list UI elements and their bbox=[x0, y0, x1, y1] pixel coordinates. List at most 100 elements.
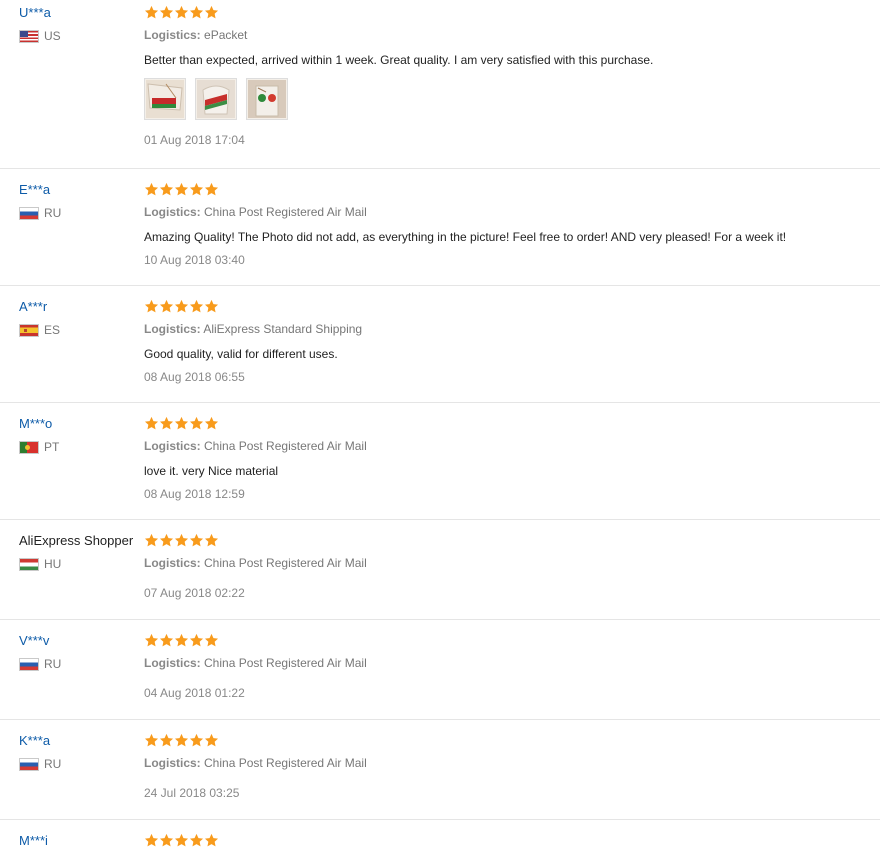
reviewer-country: RU bbox=[19, 657, 144, 671]
review-content: Logistics: China Post Registered Air Mai… bbox=[144, 533, 880, 601]
flag-hu-icon bbox=[19, 557, 39, 571]
logistics-line: Logistics: China Post Registered Air Mai… bbox=[144, 555, 880, 571]
star-icon bbox=[204, 5, 219, 20]
star-icon bbox=[159, 416, 174, 431]
review-date: 24 Jul 2018 03:25 bbox=[144, 786, 240, 800]
star-icon bbox=[189, 533, 204, 548]
reviewer-name[interactable]: M***o bbox=[19, 416, 144, 432]
reviewer-name[interactable]: M***i bbox=[19, 833, 144, 849]
star-icon bbox=[144, 5, 159, 20]
star-icon bbox=[189, 833, 204, 848]
reviewer-info: E***a RU bbox=[19, 182, 144, 220]
star-icon bbox=[189, 299, 204, 314]
review-item: M***i bbox=[0, 819, 880, 855]
star-icon bbox=[144, 533, 159, 548]
review-text: Amazing Quality! The Photo did not add, … bbox=[144, 230, 787, 244]
flag-emblem bbox=[25, 444, 30, 450]
review-text: Better than expected, arrived within 1 w… bbox=[144, 53, 654, 67]
star-icon bbox=[144, 733, 159, 748]
star-icon bbox=[189, 416, 204, 431]
flag-es-icon bbox=[19, 323, 39, 337]
country-code: RU bbox=[44, 206, 62, 220]
country-code: ES bbox=[44, 323, 61, 337]
star-icon bbox=[174, 182, 189, 197]
review-item: V***v RU Logistics: China Post Registere… bbox=[0, 619, 880, 720]
flag-ru-icon bbox=[19, 206, 39, 220]
review-content: Logistics: AliExpress Standard Shipping … bbox=[144, 299, 880, 385]
flag-emblem bbox=[24, 328, 27, 332]
star-icon bbox=[159, 299, 174, 314]
logistics-value: China Post Registered Air Mail bbox=[204, 756, 367, 770]
star-icon bbox=[144, 416, 159, 431]
review-photo-thumbnail[interactable] bbox=[144, 78, 186, 120]
reviewer-name[interactable]: U***a bbox=[19, 5, 144, 21]
review-content bbox=[144, 833, 880, 849]
reviewer-country: RU bbox=[19, 206, 144, 220]
reviewer-info: M***i bbox=[19, 833, 144, 849]
reviewer-info: AliExpress Shopper HU bbox=[19, 533, 144, 571]
logistics-label: Logistics: bbox=[144, 556, 201, 570]
star-icon bbox=[159, 833, 174, 848]
logistics-label: Logistics: bbox=[144, 322, 201, 336]
reviewer-name[interactable]: A***r bbox=[19, 299, 144, 315]
country-code: US bbox=[44, 29, 61, 43]
star-icon bbox=[159, 5, 174, 20]
review-item: U***a US Logistics: ePacket Better than … bbox=[0, 0, 880, 169]
review-content: Logistics: China Post Registered Air Mai… bbox=[144, 633, 880, 701]
reviewer-name[interactable]: K***a bbox=[19, 733, 144, 749]
logistics-label: Logistics: bbox=[144, 756, 201, 770]
country-code: PT bbox=[44, 440, 60, 454]
logistics-label: Logistics: bbox=[144, 439, 201, 453]
reviewer-country: RU bbox=[19, 757, 144, 771]
reviewer-country: HU bbox=[19, 557, 144, 571]
star-icon bbox=[189, 733, 204, 748]
star-rating bbox=[144, 633, 880, 649]
review-item: K***a RU Logistics: China Post Registere… bbox=[0, 719, 880, 820]
star-icon bbox=[174, 5, 189, 20]
review-item: E***a RU Logistics: China Post Registere… bbox=[0, 168, 880, 286]
country-code: RU bbox=[44, 657, 62, 671]
photo-image bbox=[146, 80, 184, 118]
review-photo-thumbnail[interactable] bbox=[246, 78, 288, 120]
review-item: A***r ES Logistics: AliExpress Standard … bbox=[0, 285, 880, 403]
reviewer-country: ES bbox=[19, 323, 144, 337]
logistics-line: Logistics: China Post Registered Air Mai… bbox=[144, 755, 880, 771]
star-rating bbox=[144, 5, 880, 21]
flag-ru-icon bbox=[19, 757, 39, 771]
star-rating bbox=[144, 299, 880, 315]
star-icon bbox=[189, 5, 204, 20]
star-rating bbox=[144, 833, 880, 849]
review-content: Logistics: China Post Registered Air Mai… bbox=[144, 416, 880, 502]
star-icon bbox=[174, 533, 189, 548]
star-icon bbox=[159, 182, 174, 197]
logistics-value: AliExpress Standard Shipping bbox=[203, 322, 363, 336]
star-icon bbox=[204, 416, 219, 431]
reviewer-name[interactable]: E***a bbox=[19, 182, 144, 198]
review-date: 08 Aug 2018 12:59 bbox=[144, 487, 245, 501]
logistics-value: China Post Registered Air Mail bbox=[204, 656, 367, 670]
logistics-line: Logistics: China Post Registered Air Mai… bbox=[144, 655, 880, 671]
reviewer-info: V***v RU bbox=[19, 633, 144, 671]
star-icon bbox=[204, 633, 219, 648]
flag-pt-icon bbox=[19, 440, 39, 454]
reviewer-info: U***a US bbox=[19, 5, 144, 43]
flag-us-icon bbox=[19, 29, 39, 43]
review-photos bbox=[144, 78, 880, 120]
review-photo-thumbnail[interactable] bbox=[195, 78, 237, 120]
star-icon bbox=[174, 299, 189, 314]
star-icon bbox=[144, 299, 159, 314]
country-code: HU bbox=[44, 557, 62, 571]
star-rating bbox=[144, 733, 880, 749]
reviewer-name[interactable]: V***v bbox=[19, 633, 144, 649]
logistics-line: Logistics: ePacket bbox=[144, 27, 880, 43]
review-content: Logistics: China Post Registered Air Mai… bbox=[144, 733, 880, 801]
reviewer-info: A***r ES bbox=[19, 299, 144, 337]
review-date: 10 Aug 2018 03:40 bbox=[144, 253, 245, 267]
logistics-value: China Post Registered Air Mail bbox=[204, 439, 367, 453]
photo-image bbox=[248, 80, 286, 118]
star-icon bbox=[174, 633, 189, 648]
reviewer-info: K***a RU bbox=[19, 733, 144, 771]
star-icon bbox=[174, 833, 189, 848]
logistics-line: Logistics: China Post Registered Air Mai… bbox=[144, 438, 880, 454]
review-item: AliExpress Shopper HU Logistics: China P… bbox=[0, 519, 880, 620]
